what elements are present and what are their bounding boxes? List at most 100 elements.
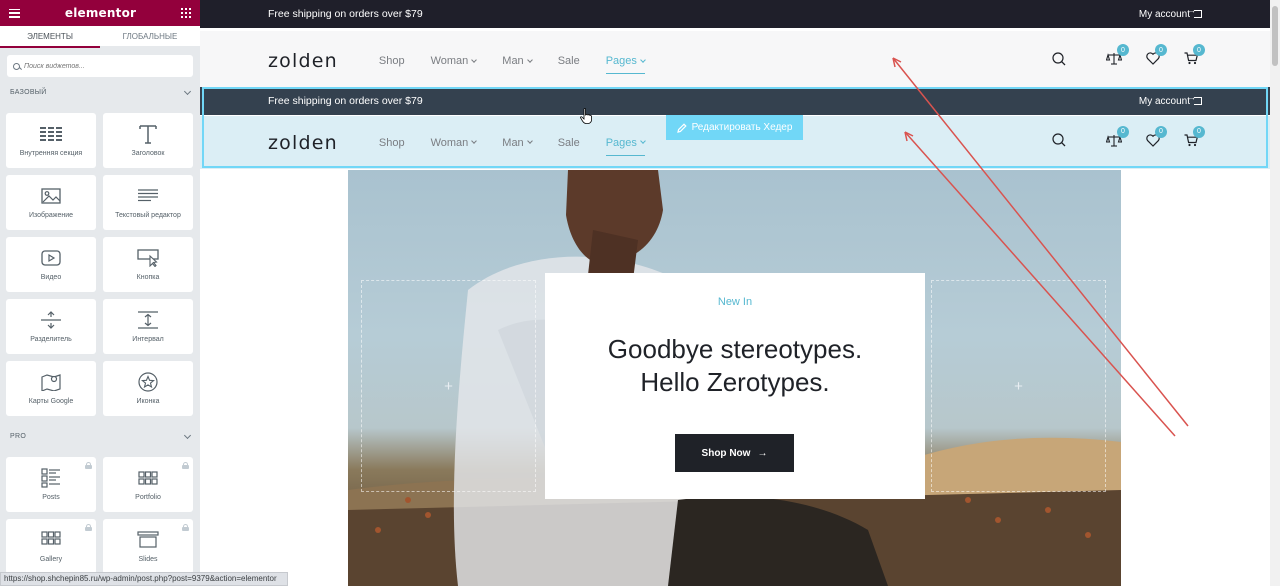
widget-gallery[interactable]: Gallery xyxy=(6,519,96,574)
widget-image[interactable]: Изображение xyxy=(6,175,96,230)
nav-pages[interactable]: Pages xyxy=(605,51,646,74)
video-icon xyxy=(41,248,61,268)
category-basic-label: БАЗОВЫЙ xyxy=(10,89,47,96)
lock-icon xyxy=(85,462,92,469)
widget-portfolio[interactable]: Portfolio xyxy=(103,457,193,512)
button-icon xyxy=(137,248,159,268)
nav-woman[interactable]: Woman xyxy=(430,51,478,71)
nav-shop[interactable]: Shop xyxy=(379,51,405,71)
nav-label: Sale xyxy=(557,55,580,67)
my-account-link[interactable]: My account xyxy=(1138,6,1202,20)
widget-label: Внутренняя секция xyxy=(19,150,83,157)
chevron-down-icon xyxy=(183,87,192,95)
status-bar-url: https://shop.shchepin85.ru/wp-admin/post… xyxy=(0,572,288,586)
edit-header-button[interactable]: Редактировать Хедер xyxy=(666,115,803,140)
elementor-logo: elementor xyxy=(64,6,137,20)
nav-actions: 0 0 0 xyxy=(1052,31,1205,91)
widget-button[interactable]: Кнопка xyxy=(103,237,193,292)
widget-label: Slides xyxy=(138,556,158,563)
nav-label: Woman xyxy=(430,55,469,67)
widget-google-maps[interactable]: Карты Google xyxy=(6,361,96,416)
widget-label: Карты Google xyxy=(28,398,74,405)
lock-icon xyxy=(182,524,189,531)
widget-label: Текстовый редактор xyxy=(115,212,181,219)
widget-label: Иконка xyxy=(136,398,160,405)
star-icon xyxy=(138,372,158,392)
gallery-icon xyxy=(41,530,61,550)
slides-icon xyxy=(137,530,159,550)
topbar: Free shipping on orders over $79 My acco… xyxy=(200,0,1270,28)
widget-label: Изображение xyxy=(28,212,74,219)
widget-slides[interactable]: Slides xyxy=(103,519,193,574)
portfolio-icon xyxy=(138,468,158,488)
panel-tabs: ЭЛЕМЕНТЫ ГЛОБАЛЬНЫЕ xyxy=(0,26,200,48)
compare-icon[interactable]: 0 xyxy=(1105,44,1129,70)
panel-header: elementor xyxy=(0,0,200,26)
widget-posts[interactable]: Posts xyxy=(6,457,96,512)
hero-headline-line1: Goodbye stereotypes. xyxy=(607,334,863,364)
nav-man[interactable]: Man xyxy=(502,51,533,71)
category-basic[interactable]: БАЗОВЫЙ xyxy=(10,87,192,96)
hero-headline-line2: Hello Zerotypes. xyxy=(640,367,830,397)
cart-count-badge: 0 xyxy=(1193,44,1205,56)
add-element-placeholder-right[interactable]: + xyxy=(931,280,1106,492)
widget-heading[interactable]: Заголовок xyxy=(103,113,193,168)
widget-icon[interactable]: Иконка xyxy=(103,361,193,416)
add-element-placeholder-left[interactable]: + xyxy=(361,280,536,492)
widget-text-editor[interactable]: Текстовый редактор xyxy=(103,175,193,230)
hero-eyebrow: New In xyxy=(717,296,753,308)
widget-divider[interactable]: Разделитель xyxy=(6,299,96,354)
main-navbar: zolden Shop Woman Man Sale Pages 0 0 0 xyxy=(200,31,1270,91)
image-icon xyxy=(41,186,61,206)
tab-elements[interactable]: ЭЛЕМЕНТЫ xyxy=(0,26,100,48)
account-icon xyxy=(1188,6,1202,18)
google-maps-icon xyxy=(41,372,61,392)
cart-icon[interactable]: 0 xyxy=(1184,44,1205,70)
shop-now-button[interactable]: Shop Now → xyxy=(675,434,794,472)
shop-now-label: Shop Now xyxy=(701,447,751,459)
chevron-down-icon xyxy=(471,56,478,63)
widget-label: Gallery xyxy=(39,556,63,563)
edit-header-label: Редактировать Хедер xyxy=(691,122,793,133)
widget-spacer[interactable]: Интервал xyxy=(103,299,193,354)
text-editor-icon xyxy=(138,186,158,206)
widgets-grid-icon[interactable] xyxy=(181,8,191,18)
widget-inner-section[interactable]: Внутренняя секция xyxy=(6,113,96,168)
nav-label: Shop xyxy=(378,55,405,67)
hero-headline: Goodbye stereotypes. Hello Zerotypes. xyxy=(545,333,925,399)
search-icon[interactable] xyxy=(1052,51,1066,71)
wishlist-count-badge: 0 xyxy=(1155,44,1167,56)
posts-icon xyxy=(41,468,61,488)
widget-video[interactable]: Видео xyxy=(6,237,96,292)
scrollbar-thumb[interactable] xyxy=(1272,6,1278,66)
elementor-panel: elementor ЭЛЕМЕНТЫ ГЛОБАЛЬНЫЕ БАЗОВЫЙ Вн… xyxy=(0,0,200,586)
widget-label: Разделитель xyxy=(30,336,72,343)
menu-icon[interactable] xyxy=(9,8,20,18)
widget-label: Posts xyxy=(42,494,60,501)
spacer-icon xyxy=(138,310,158,330)
heart-icon[interactable]: 0 xyxy=(1146,44,1167,70)
category-pro-label: PRO xyxy=(10,433,27,440)
nav-sale[interactable]: Sale xyxy=(558,51,580,71)
tab-global[interactable]: ГЛОБАЛЬНЫЕ xyxy=(100,26,200,48)
hero-card: New In Goodbye stereotypes. Hello Zeroty… xyxy=(545,273,925,499)
nav-label: Pages xyxy=(605,55,637,67)
pencil-icon xyxy=(676,122,687,133)
widget-label: Кнопка xyxy=(136,274,160,281)
widget-search-input[interactable] xyxy=(24,62,187,70)
hand-cursor-icon xyxy=(580,108,592,124)
search-icon xyxy=(13,62,20,70)
category-pro[interactable]: PRO xyxy=(10,431,192,440)
widget-label: Заголовок xyxy=(131,150,165,157)
scrollbar[interactable] xyxy=(1270,0,1280,586)
my-account-label: My account xyxy=(1138,8,1190,20)
widget-label: Интервал xyxy=(132,336,164,343)
widget-search[interactable] xyxy=(7,55,193,77)
widget-label: Видео xyxy=(40,274,62,281)
lock-icon xyxy=(182,462,189,469)
inner-section-icon xyxy=(40,124,62,144)
divider-icon xyxy=(41,310,61,330)
chevron-down-icon xyxy=(640,56,646,63)
heading-icon xyxy=(139,124,157,144)
site-logo[interactable]: zolden xyxy=(268,50,338,72)
